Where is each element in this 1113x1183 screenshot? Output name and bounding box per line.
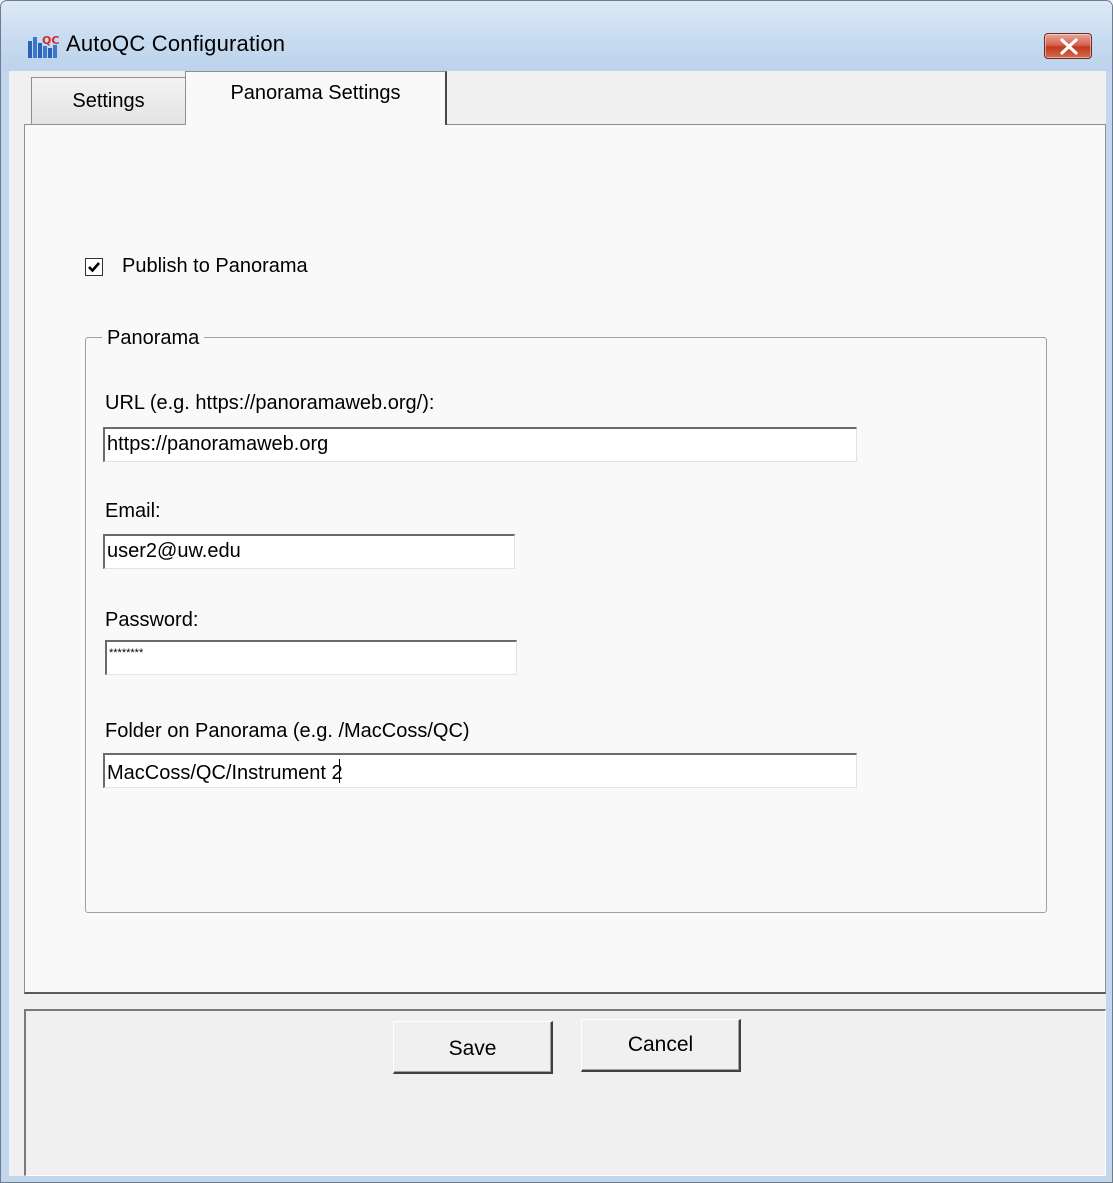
tab-settings-label: Settings (72, 90, 145, 112)
save-button[interactable]: Save (393, 1021, 553, 1074)
cancel-button[interactable]: Cancel (581, 1019, 741, 1072)
panorama-settings-panel: Publish to Panorama Panorama URL (e.g. h… (24, 124, 1106, 994)
close-icon (1060, 38, 1078, 55)
password-input[interactable]: ******** (105, 640, 517, 675)
check-icon (88, 262, 100, 273)
email-input[interactable]: user2@uw.edu (103, 534, 515, 569)
autoqc-app-icon: QC (27, 33, 60, 59)
client-area: Settings Panorama Settings Publish to Pa… (9, 71, 1106, 1176)
panorama-groupbox (85, 337, 1047, 913)
folder-label: Folder on Panorama (e.g. /MacCoss/QC) (105, 720, 470, 742)
close-button[interactable] (1044, 33, 1092, 59)
tab-panorama-settings[interactable]: Panorama Settings (185, 71, 447, 125)
autoqc-configuration-window: QC AutoQC Configuration Settings Panoram… (0, 0, 1113, 1183)
title-bar[interactable]: QC AutoQC Configuration (1, 1, 1112, 71)
button-panel (24, 1009, 1106, 1176)
publish-to-panorama-label[interactable]: Publish to Panorama (122, 255, 308, 278)
url-label: URL (e.g. https://panoramaweb.org/): (105, 392, 435, 414)
tab-panorama-settings-label: Panorama Settings (230, 82, 401, 104)
tab-settings[interactable]: Settings (31, 77, 186, 125)
password-label: Password: (105, 609, 199, 631)
email-label: Email: (105, 500, 161, 522)
url-input[interactable]: https://panoramaweb.org (103, 427, 857, 462)
panorama-groupbox-legend: Panorama (102, 327, 205, 350)
folder-input-value: MacCoss/QC/Instrument 2 (107, 762, 343, 784)
window-title: AutoQC Configuration (66, 31, 286, 56)
folder-input[interactable]: MacCoss/QC/Instrument 2 (103, 753, 857, 788)
publish-to-panorama-checkbox[interactable] (85, 258, 103, 276)
text-caret (338, 759, 340, 783)
